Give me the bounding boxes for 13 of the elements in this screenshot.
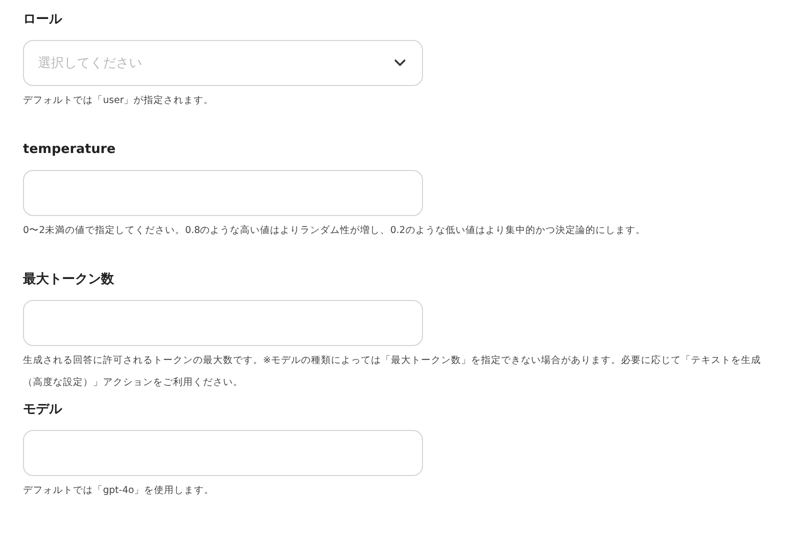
input-field[interactable] xyxy=(23,170,423,216)
input-field[interactable] xyxy=(23,430,423,476)
select-dropdown[interactable]: 選択してください xyxy=(23,40,423,86)
help-text: 生成される回答に許可されるトークンの最大数です。※モデルの種類によっては「最大トークン数」を指定できない場合があります。必要に応じて「テキストを生成（高度な設定）」アクションをご利用ください。 xyxy=(23,354,762,390)
field-label: temperature xyxy=(23,141,117,159)
help-text: デフォルトでは「gpt-4o」を使用します。 xyxy=(23,484,216,498)
field-label: 最大トークン数 xyxy=(23,271,115,289)
field-label: ロール xyxy=(23,11,64,29)
field-label: モデル xyxy=(23,401,64,419)
help-text: デフォルトでは「user」が指定されます。 xyxy=(23,94,215,108)
chevron-down-icon xyxy=(394,59,406,67)
help-text: 0〜2未満の値で指定してください。0.8のような高い値はよりランダム性が増し、0.2のような低い値はより集中的かつ決定論的にします。 xyxy=(23,224,646,238)
input-field[interactable] xyxy=(23,300,423,346)
